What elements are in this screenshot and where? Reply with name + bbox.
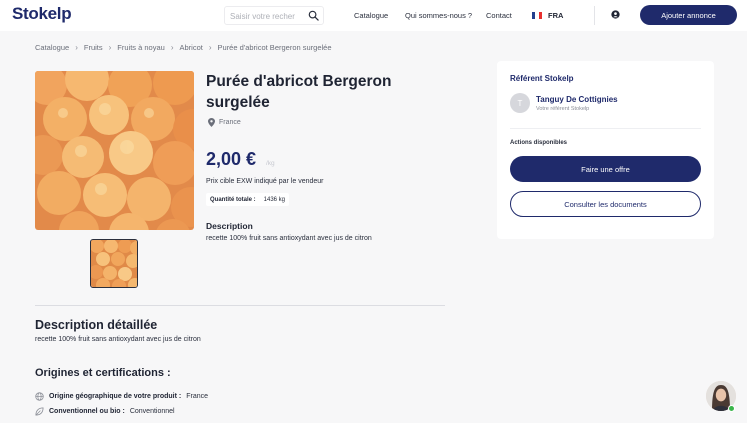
- origin-label: Origine géographique de votre produit :: [49, 393, 182, 400]
- quantity-value: 1436 kg: [263, 196, 286, 203]
- nav-contact[interactable]: Contact: [486, 11, 512, 20]
- search-icon[interactable]: [308, 10, 319, 21]
- avatar: T: [510, 93, 530, 113]
- leaf-icon: [35, 407, 44, 416]
- description-heading: Description: [206, 221, 253, 231]
- card-divider: [510, 128, 701, 129]
- location-pin-icon: [208, 118, 215, 127]
- header-divider: [594, 6, 595, 25]
- nav-about[interactable]: Qui sommes-nous ?: [405, 11, 472, 20]
- make-offer-button[interactable]: Faire une offre: [510, 156, 701, 182]
- breadcrumb-catalogue[interactable]: Catalogue: [35, 43, 69, 52]
- price-unit: /kg: [266, 160, 275, 167]
- detailed-description-text: recette 100% fruit sans antioxydant avec…: [35, 336, 201, 343]
- product-thumbnail[interactable]: [90, 239, 138, 288]
- actions-label: Actions disponibles: [510, 140, 568, 146]
- breadcrumb: Catalogue › Fruits › Fruits à noyau › Ab…: [35, 43, 332, 52]
- organic-row: Conventionnel ou bio : Conventionnel: [35, 407, 175, 416]
- language-label: FRA: [548, 10, 564, 20]
- breadcrumb-fruits[interactable]: Fruits: [84, 43, 103, 52]
- referent-card: Référent Stokelp T Tanguy De Cottignies …: [497, 61, 714, 239]
- organic-label: Conventionnel ou bio :: [49, 408, 125, 415]
- chevron-right-icon: ›: [170, 43, 174, 52]
- price-note: Prix cible EXW indiqué par le vendeur: [206, 178, 324, 185]
- section-divider: [35, 305, 445, 306]
- product-price: 2,00 €: [206, 149, 257, 169]
- chevron-right-icon: ›: [208, 43, 212, 52]
- top-header: Stokelp Catalogue Qui sommes-nous ? Cont…: [0, 0, 747, 31]
- product-main-image[interactable]: [35, 71, 194, 230]
- view-documents-button[interactable]: Consulter les documents: [510, 191, 701, 217]
- search-input[interactable]: [230, 9, 308, 23]
- breadcrumb-apricot[interactable]: Abricot: [180, 43, 203, 52]
- organic-value: Conventionnel: [129, 408, 175, 415]
- user-icon[interactable]: [611, 10, 620, 19]
- referent-name: Tanguy De Cottignies: [536, 95, 618, 104]
- product-title: Purée d'abricot Bergeron surgelée: [206, 73, 392, 111]
- nav-catalogue[interactable]: Catalogue: [354, 11, 388, 20]
- online-status-indicator: [728, 405, 735, 412]
- globe-icon: [35, 392, 44, 401]
- detailed-description-heading: Description détaillée: [35, 318, 158, 332]
- origin-value: France: [186, 393, 209, 400]
- search-box[interactable]: [224, 6, 324, 25]
- breadcrumb-stone-fruits[interactable]: Fruits à noyau: [117, 43, 165, 52]
- breadcrumb-current: Purée d'abricot Bergeron surgelée: [217, 43, 332, 52]
- product-location: France: [208, 118, 241, 127]
- quantity-badge: Quantité totale : 1436 kg: [206, 193, 290, 206]
- location-text: France: [219, 119, 241, 126]
- referent-subtitle: Votre référent Stokelp: [536, 106, 590, 112]
- chevron-right-icon: ›: [108, 43, 112, 52]
- origins-heading: Origines et certifications :: [35, 367, 171, 379]
- stokelp-logo[interactable]: Stokelp: [12, 4, 72, 24]
- referent-title: Référent Stokelp: [510, 74, 574, 83]
- add-listing-button[interactable]: Ajouter annonce: [640, 5, 737, 25]
- chevron-right-icon: ›: [75, 43, 78, 52]
- language-selector[interactable]: FRA: [532, 9, 563, 21]
- france-flag-icon: [532, 11, 542, 19]
- quantity-label: Quantité totale :: [210, 196, 256, 203]
- description-text: recette 100% fruit sans antioxydant avec…: [206, 235, 372, 242]
- origin-row: Origine géographique de votre produit : …: [35, 392, 208, 401]
